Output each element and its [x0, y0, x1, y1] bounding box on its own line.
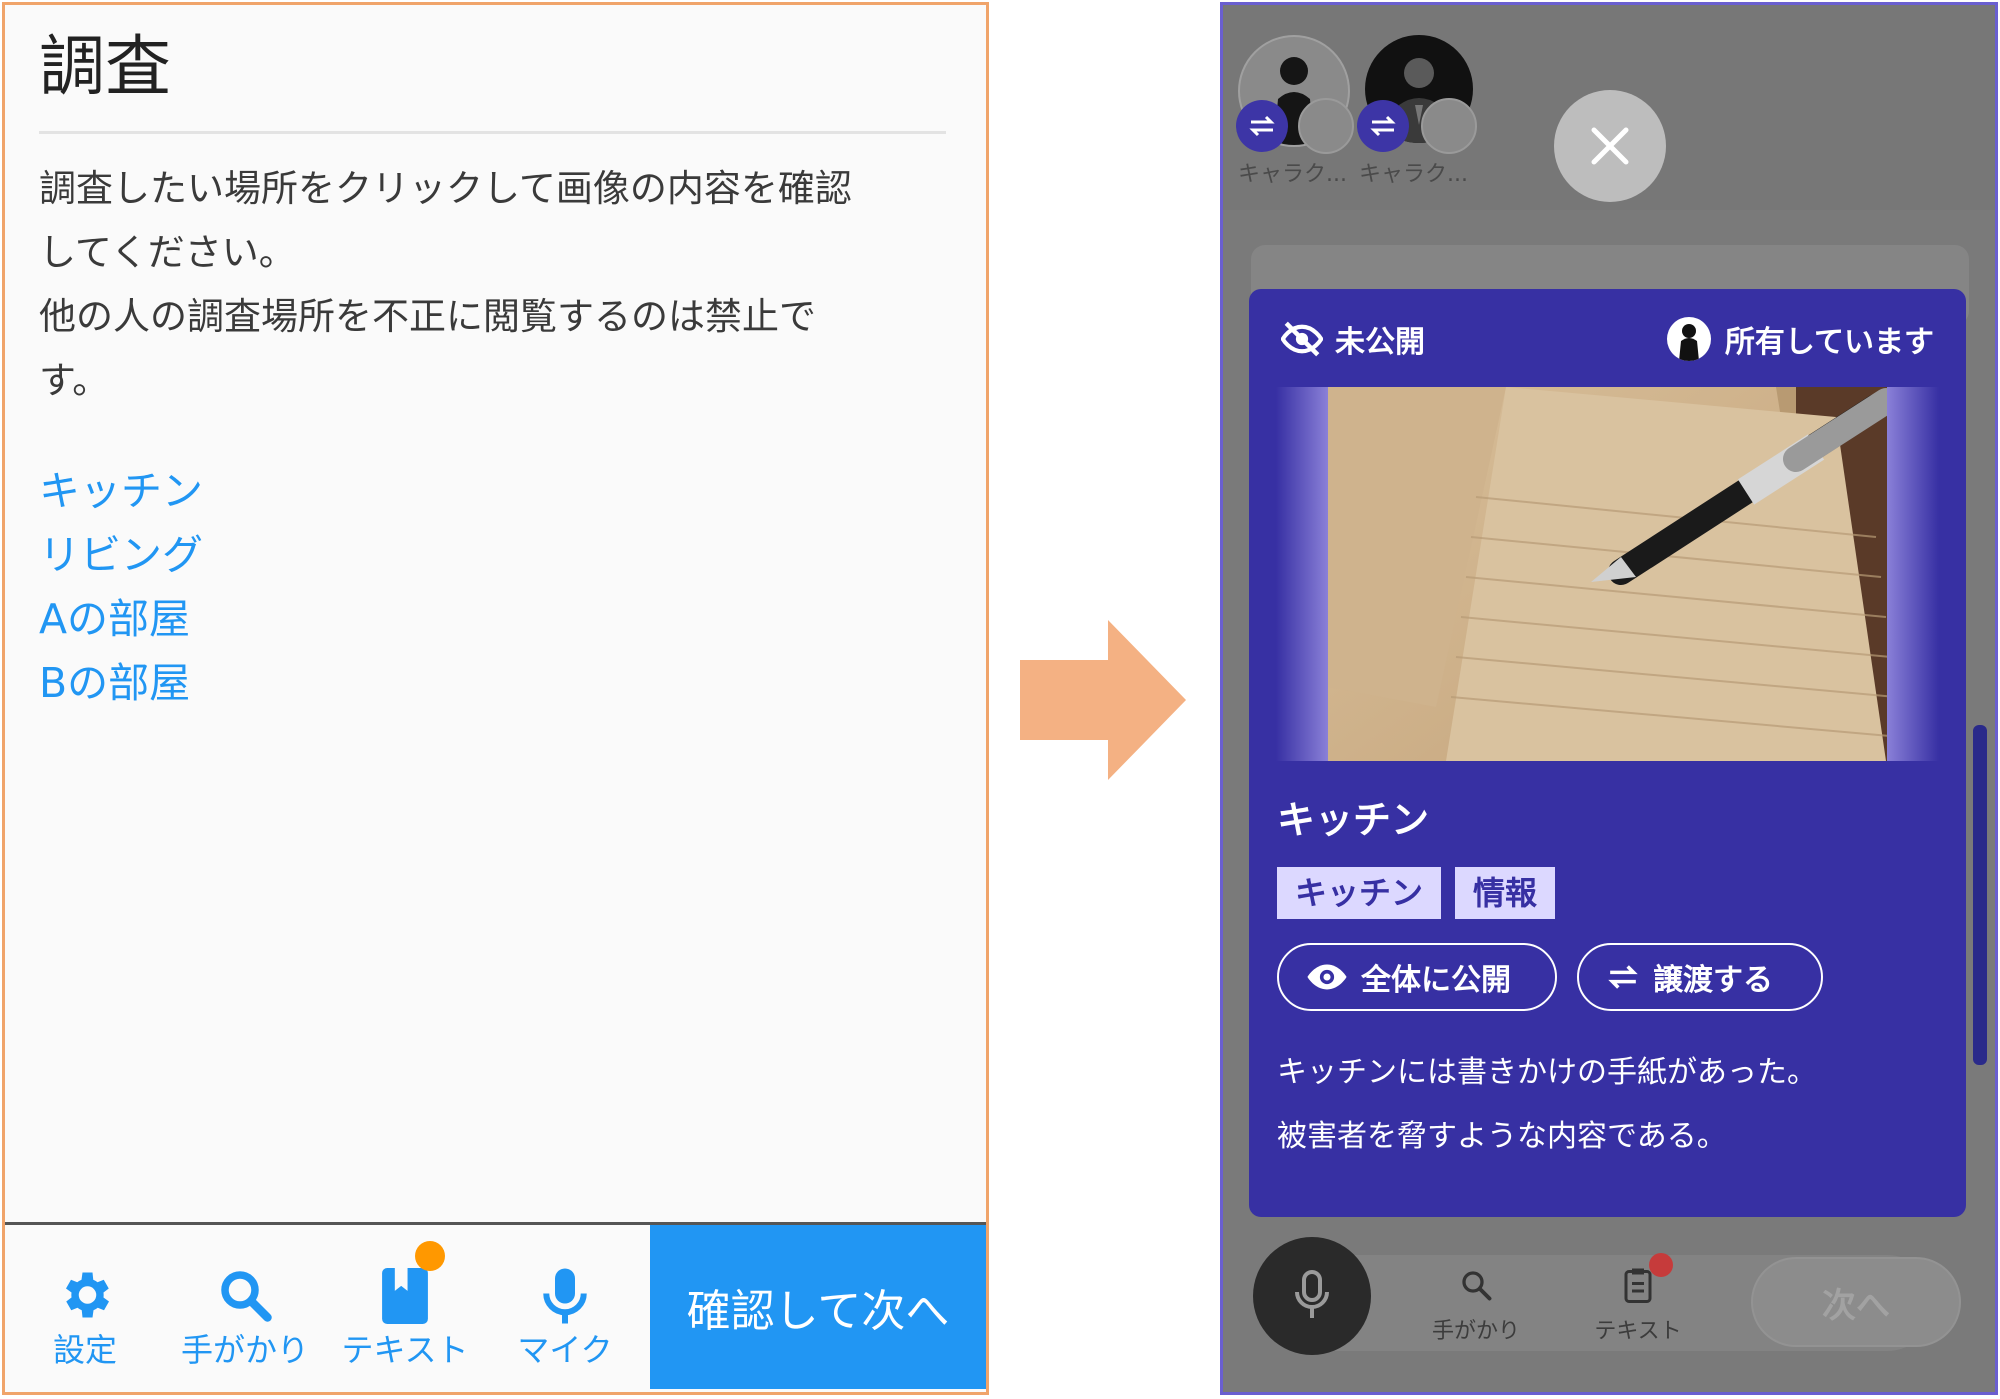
instruction-line-2: してください。 [39, 231, 296, 274]
transfer-label: 譲渡する [1653, 963, 1773, 998]
visibility-label: 未公開 [1335, 325, 1425, 360]
mic-button[interactable] [1253, 1237, 1371, 1355]
clue-description: キッチンには書きかけの手紙があった。 被害者を脅すような内容である。 [1277, 1041, 1817, 1169]
tag-list: キッチン 情報 [1277, 867, 1556, 919]
nav-clues[interactable]: 手がかり [1421, 1267, 1531, 1345]
instructions: 調査したい場所をクリックして画像の内容を確認 してください。 他の人の調査場所を… [39, 157, 939, 413]
instruction-line-4: す。 [39, 359, 110, 402]
right-arrow-icon [1020, 620, 1186, 780]
eye-off-icon [1281, 321, 1323, 357]
background-edge [1973, 725, 1987, 1065]
investigation-panel: 調査 調査したい場所をクリックして画像の内容を確認 してください。 他の人の調査… [2, 2, 989, 1395]
character-name: キャラク... [1238, 162, 1347, 187]
mic-icon [543, 1268, 587, 1324]
bottom-nav: 設定 手がかり テキスト マイク 確認して次へ [5, 1222, 986, 1392]
nav-text[interactable]: テキスト [1583, 1253, 1693, 1345]
card-actions: 全体に公開 譲渡する [1277, 943, 1823, 1011]
nav-mic[interactable]: マイク [485, 1225, 645, 1389]
transfer-button[interactable]: 譲渡する [1577, 943, 1823, 1011]
next-button[interactable]: 次へ [1751, 1257, 1961, 1347]
empty-slot [1421, 98, 1477, 154]
notification-dot [1649, 1253, 1673, 1277]
location-link-living[interactable]: リビング [39, 523, 203, 587]
character-name: キャラク... [1359, 162, 1468, 187]
bottom-nav: 手がかり テキスト 次へ [1223, 1225, 1995, 1392]
location-list: キッチン リビング Aの部屋 Bの部屋 [39, 459, 203, 715]
nav-settings[interactable]: 設定 [5, 1225, 165, 1389]
eye-icon [1307, 964, 1347, 990]
nav-clues-label: 手がかり [1431, 1319, 1520, 1344]
tag-kitchen: キッチン [1277, 867, 1442, 919]
instruction-line-1: 調査したい場所をクリックして画像の内容を確認 [39, 167, 852, 210]
character-2[interactable]: キャラク... [1355, 30, 1480, 187]
character-1[interactable]: キャラク... [1228, 30, 1354, 187]
clue-card: 未公開 所有しています キッチン キッチン 情報 全体に公開 譲渡する キッチン… [1249, 289, 1966, 1217]
notification-dot [415, 1241, 445, 1271]
instruction-line-3: 他の人の調査場所を不正に閲覧するのは禁止で [39, 295, 816, 338]
ownership-status: 所有しています [1666, 317, 1934, 361]
confirm-next-button[interactable]: 確認して次へ [650, 1225, 986, 1389]
tag-info: 情報 [1455, 867, 1556, 919]
card-header: 未公開 所有しています [1281, 317, 1934, 365]
swap-icon[interactable] [1236, 100, 1288, 152]
person-silhouette-icon [1678, 324, 1699, 361]
page-title: 調査 [39, 28, 171, 105]
clipboard-icon [1624, 1268, 1652, 1303]
visibility-status: 未公開 [1281, 317, 1425, 361]
clue-text-line-2: 被害者を脅すような内容である。 [1277, 1119, 1727, 1154]
clue-text-line-1: キッチンには書きかけの手紙があった。 [1277, 1055, 1817, 1090]
nav-text[interactable]: テキスト [325, 1225, 485, 1389]
close-icon [1591, 127, 1629, 165]
mic-icon [1295, 1270, 1329, 1318]
empty-slot [1298, 98, 1354, 154]
title-divider [39, 131, 946, 134]
letter-and-pen-image [1276, 387, 1939, 761]
clue-detail-panel: キャラク... キャラク... 未公開 所有しています キッチン キッチン 情報… [1220, 2, 1998, 1395]
search-icon [221, 1271, 272, 1322]
swap-icon[interactable] [1357, 100, 1409, 152]
gear-icon [66, 1272, 110, 1318]
book-icon [382, 1268, 428, 1324]
close-button[interactable] [1554, 90, 1666, 202]
ownership-label: 所有しています [1724, 325, 1934, 360]
location-link-room-a[interactable]: Aの部屋 [39, 587, 203, 651]
publish-label: 全体に公開 [1361, 963, 1511, 998]
nav-clues[interactable]: 手がかり [165, 1225, 325, 1389]
location-link-kitchen[interactable]: キッチン [39, 459, 203, 523]
nav-mic-label: マイク [517, 1331, 613, 1369]
publish-button[interactable]: 全体に公開 [1277, 943, 1557, 1011]
clue-image[interactable] [1276, 387, 1939, 761]
clue-title: キッチン [1277, 798, 1430, 842]
nav-text-label: テキスト [1594, 1319, 1682, 1344]
search-icon [1462, 1271, 1492, 1301]
location-link-room-b[interactable]: Bの部屋 [39, 651, 203, 715]
owner-avatar [1666, 317, 1711, 361]
swap-icon [1608, 965, 1638, 989]
